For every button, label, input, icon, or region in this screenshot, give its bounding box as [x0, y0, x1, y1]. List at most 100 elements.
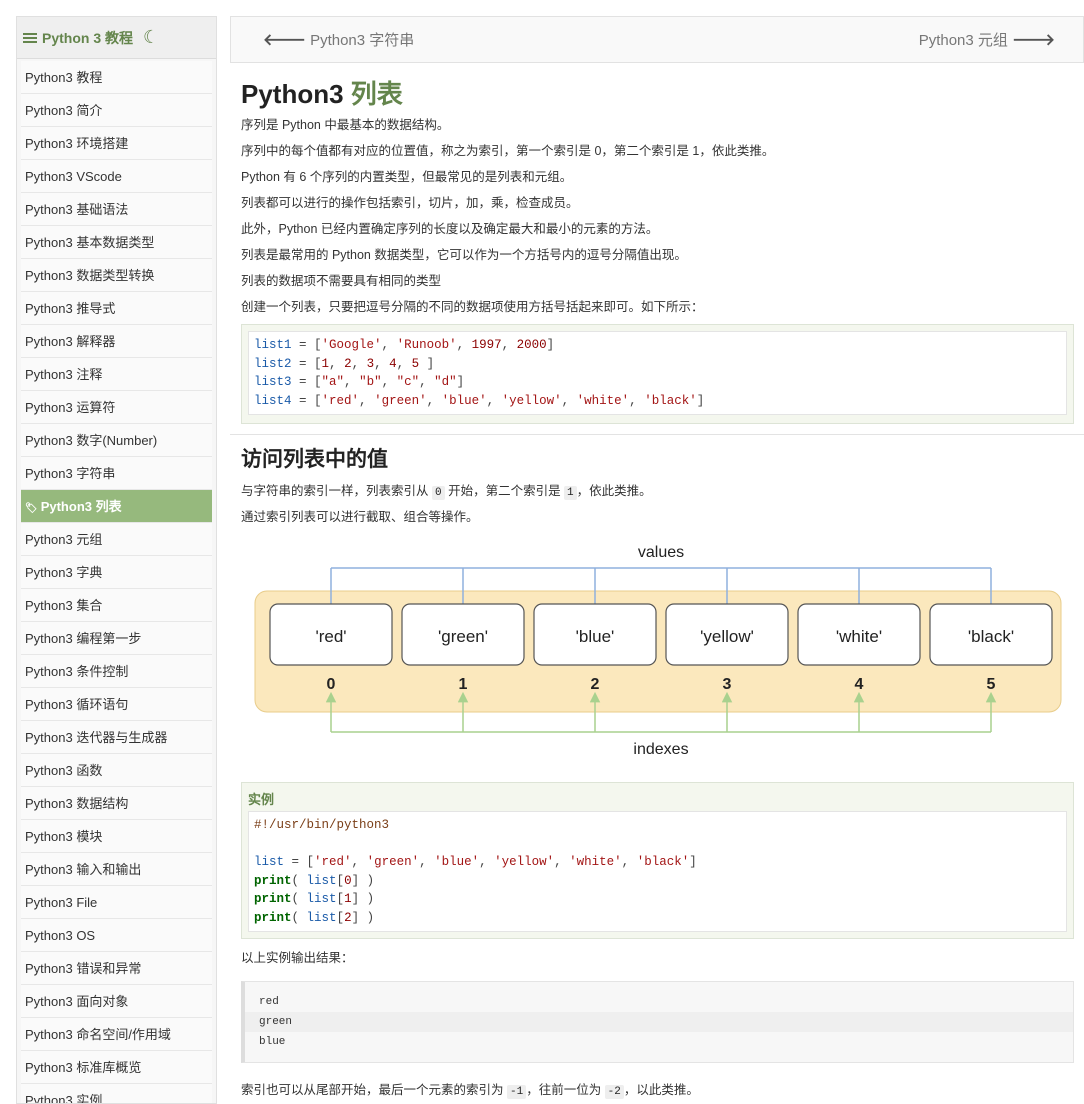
code-punct: = [	[291, 393, 322, 408]
sidebar-item[interactable]: Python3 数据结构	[21, 787, 212, 820]
sidebar-item[interactable]: Python3 字典	[21, 556, 212, 589]
indexes-label: indexes	[633, 741, 688, 758]
sidebar-item[interactable]: Python3 错误和异常	[21, 952, 212, 985]
sidebar-item[interactable]: Python3 模块	[21, 820, 212, 853]
sidebar-item-label: Python3 基本数据类型	[25, 235, 155, 250]
code-value: 'black'	[644, 393, 697, 408]
code-line: list3 = ["a", "b", "c", "d"]	[254, 375, 465, 389]
code-value: 'white'	[576, 393, 630, 408]
code-value: 'Runoob'	[396, 338, 457, 352]
prev-link[interactable]: 🡐 Python3 字符串	[263, 29, 414, 50]
intro-paragraph: Python 有 6 个序列的内置类型，但最常见的是列表和元组。	[241, 170, 573, 184]
sidebar-item-label: Python3 函数	[25, 763, 103, 778]
inline-code: 0	[431, 486, 445, 500]
code-value: 4	[389, 356, 397, 371]
sidebar-item[interactable]: Python3 File	[21, 886, 212, 919]
sidebar-item-label: Python3 数字(Number)	[25, 433, 158, 448]
next-link[interactable]: Python3 元组 🡒	[919, 29, 1055, 50]
code-value: 'white'	[569, 855, 622, 869]
sidebar-item[interactable]: Python3 条件控制	[21, 655, 212, 688]
sidebar-item[interactable]: Python3 推导式	[21, 292, 212, 325]
prev-next-nav: 🡐 Python3 字符串 Python3 元组 🡒	[230, 16, 1084, 63]
inline-code: -1	[506, 1085, 527, 1099]
sidebar-item[interactable]: Python3 简介	[21, 94, 212, 127]
sidebar-item-label: Python3 简介	[25, 103, 103, 118]
index-text: 2	[591, 676, 600, 693]
main-content: 🡐 Python3 字符串 Python3 元组 🡒 Python3 列表 序列…	[230, 16, 1084, 1104]
sidebar-item[interactable]: Python3 环境搭建	[21, 127, 212, 160]
code-example-lists: list1 = ['Google', 'Runoob', 1997, 2000]…	[241, 324, 1074, 424]
sidebar-item[interactable]: Python3 教程	[21, 61, 212, 94]
output-line: blue	[259, 1036, 286, 1048]
intro-paragraph: 序列中的每个值都有对应的位置值，称之为索引，第一个索引是 0，第二个索引是 1，…	[241, 144, 775, 158]
code-comment: #!/usr/bin/python3	[254, 818, 390, 832]
code-punct: = [	[291, 338, 322, 352]
code-var: list4	[254, 393, 292, 408]
page-title-highlight: 列表	[350, 79, 403, 109]
sidebar-item[interactable]: Python3 集合	[21, 589, 212, 622]
code-line: #!/usr/bin/python3	[254, 816, 1061, 835]
sidebar-item-label: Python3 教程	[25, 70, 103, 85]
code-line: list4 = ['red', 'green', 'blue', 'yellow…	[254, 393, 705, 408]
sidebar-item[interactable]: Python3 数据类型转换	[21, 259, 212, 292]
list-index-diagram: values indexes 'red' 0 'green' 1 'blue' 2 'yello…	[241, 540, 1074, 768]
sidebar-item[interactable]: Python3 迭代器与生成器	[21, 721, 212, 754]
sidebar-item[interactable]: Python3 注释	[21, 358, 212, 391]
code-value: 2000	[516, 338, 547, 352]
sidebar-item-label: Python3 实例	[25, 1093, 103, 1104]
dark-mode-icon[interactable]: ☾	[143, 27, 159, 48]
code-var: list3	[254, 375, 292, 389]
sidebar-item[interactable]: Python3 数字(Number)	[21, 424, 212, 457]
sidebar-item[interactable]: 🏷 Python3 列表	[21, 490, 212, 523]
code-punct: ]	[426, 356, 435, 371]
sidebar-item-label: Python3 数据类型转换	[25, 268, 155, 283]
intro-paragraph: 序列是 Python 中最基本的数据结构。	[241, 118, 450, 132]
sidebar-item[interactable]: Python3 面向对象	[21, 985, 212, 1018]
code-value: 'green'	[374, 393, 427, 408]
arrow-right-icon: 🡒	[1012, 32, 1055, 49]
inline-code: 1	[564, 486, 577, 500]
sidebar-item[interactable]: Python3 基础语法	[21, 193, 212, 226]
code-value: 'black'	[636, 855, 690, 869]
sidebar-item-label: Python3 编程第一步	[25, 631, 142, 646]
index-text: 1	[459, 676, 468, 693]
index-text: 0	[327, 676, 336, 693]
sidebar-item[interactable]: Python3 字符串	[21, 457, 212, 490]
sidebar-item[interactable]: Python3 循环语句	[21, 688, 212, 721]
code-var: list	[306, 873, 337, 888]
code-index: 0	[344, 873, 352, 888]
sidebar-item[interactable]: Python3 标准库概览	[21, 1051, 212, 1084]
code-value: 2	[344, 356, 352, 371]
sidebar-item-label: Python3 元组	[25, 532, 103, 547]
sidebar-item-label: Python3 模块	[25, 829, 103, 844]
sidebar-item[interactable]: Python3 解释器	[21, 325, 212, 358]
sidebar-item[interactable]: Python3 函数	[21, 754, 212, 787]
sidebar-item[interactable]: Python3 元组	[21, 523, 212, 556]
code-value: 'Google'	[321, 338, 382, 352]
sidebar-item-label: Python3 基础语法	[25, 202, 129, 217]
sidebar-item-label: Python3 解释器	[25, 334, 116, 349]
sidebar-item[interactable]: Python3 编程第一步	[21, 622, 212, 655]
sidebar-item[interactable]: Python3 输入和输出	[21, 853, 212, 886]
code-punct: ]	[456, 375, 465, 389]
code-value: "c"	[396, 375, 420, 389]
code-punct: = [	[291, 375, 322, 389]
code-value: 3	[366, 356, 375, 371]
sidebar-item[interactable]: Python3 VScode	[21, 160, 212, 193]
sidebar-item[interactable]: Python3 运算符	[21, 391, 212, 424]
intro-paragraph: 列表都可以进行的操作包括索引，切片，加，乘，检查成员。	[241, 196, 579, 210]
sidebar-item[interactable]: Python3 实例	[21, 1084, 212, 1104]
sidebar-item[interactable]: Python3 基本数据类型	[21, 226, 212, 259]
code-line: print( list[2] )	[254, 910, 375, 925]
sidebar-item-label: Python3 字典	[25, 565, 103, 580]
sidebar-item-label: Python3 命名空间/作用域	[25, 1027, 171, 1042]
output-label: 以上实例输出结果：	[241, 951, 354, 965]
section-title: 访问列表中的值	[241, 448, 388, 471]
intro-paragraph: 创建一个列表，只要把逗号分隔的不同的数据项使用方括号括起来即可。如下所示：	[241, 300, 704, 314]
intro-paragraph: 列表的数据项不需要具有相同的类型	[241, 274, 442, 288]
example-title: 实例	[248, 792, 275, 807]
sidebar-item[interactable]: Python3 命名空间/作用域	[21, 1018, 212, 1051]
sidebar-item[interactable]: Python3 OS	[21, 919, 212, 952]
sidebar-item-label: Python3 数据结构	[25, 796, 129, 811]
